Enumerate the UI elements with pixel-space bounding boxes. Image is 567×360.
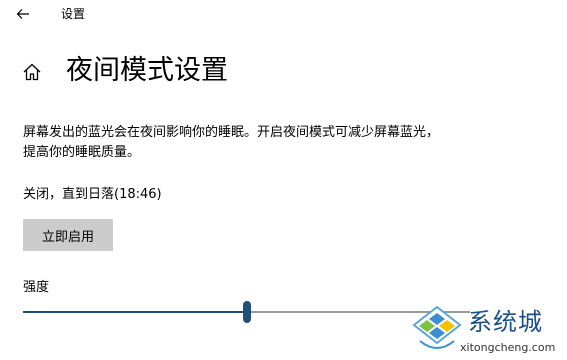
description-line-2: 提高你的睡眠质量。 bbox=[23, 145, 141, 160]
description: 屏幕发出的蓝光会在夜间影响你的睡眠。开启夜间模式可减少屏幕蓝光， 提高你的睡眠质… bbox=[23, 123, 483, 163]
watermark-domain: xitongcheng.com bbox=[460, 341, 556, 354]
slider-thumb[interactable] bbox=[242, 301, 251, 323]
watermark-name: 系统城 bbox=[468, 308, 543, 336]
strength-slider[interactable] bbox=[23, 299, 470, 327]
page-title: 夜间模式设置 bbox=[66, 55, 228, 86]
description-line-1: 屏幕发出的蓝光会在夜间影响你的睡眠。开启夜间模式可减少屏幕蓝光， bbox=[23, 125, 440, 140]
strength-label: 强度 bbox=[23, 280, 50, 295]
back-arrow-icon bbox=[16, 9, 29, 19]
window-title: 设置 bbox=[61, 7, 86, 21]
status-text: 关闭，直到日落(18:46) bbox=[23, 187, 162, 202]
settings-window: 设置 夜间模式设置 屏幕发出的蓝光会在夜间影响你的睡眠。开启夜间模式可减少屏幕蓝… bbox=[0, 0, 567, 360]
watermark: 系统城 xitongcheng.com bbox=[410, 303, 567, 360]
back-button[interactable] bbox=[10, 3, 36, 25]
enable-now-button[interactable]: 立即启用 bbox=[23, 219, 113, 251]
watermark-logo-icon bbox=[412, 305, 462, 349]
home-icon[interactable] bbox=[22, 62, 42, 82]
slider-fill bbox=[23, 311, 247, 313]
